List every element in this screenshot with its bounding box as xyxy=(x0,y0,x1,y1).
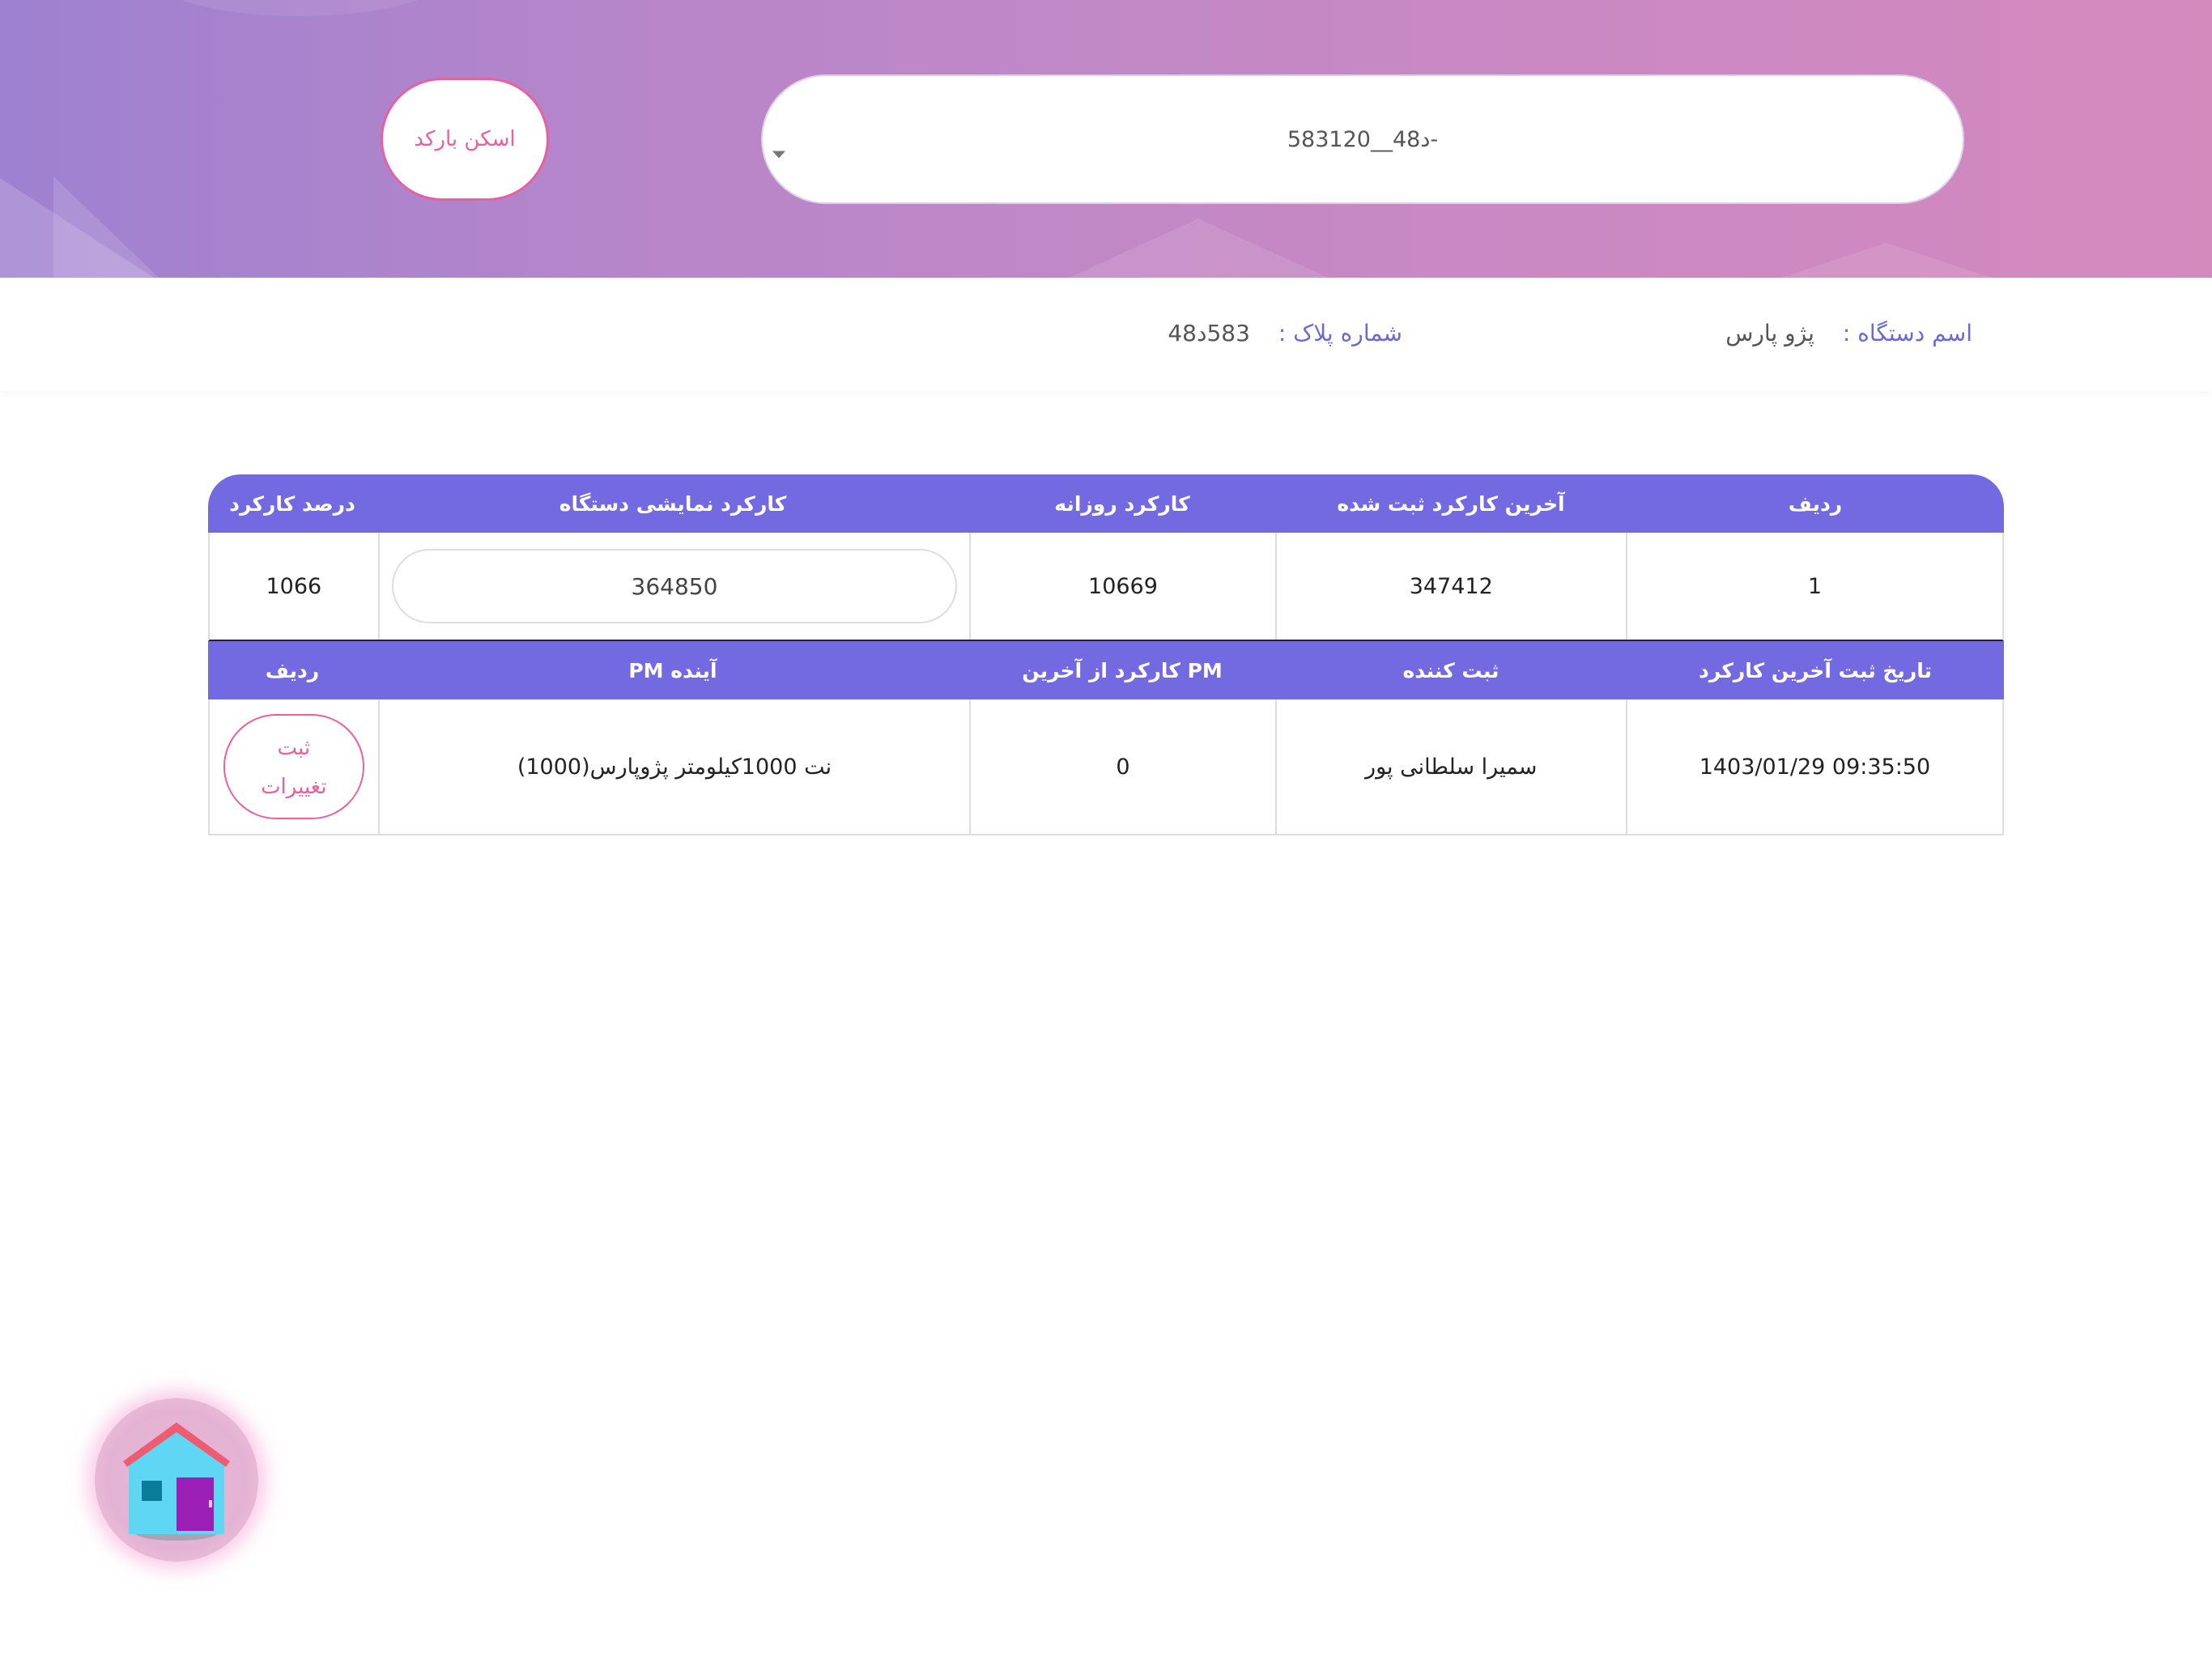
cell-radif: 1 xyxy=(1625,533,2002,640)
cell-next-pm: نت 1000کیلومتر پژوپارس(1000) xyxy=(377,699,970,834)
cell-date: 1403/01/29 09:35:50 xyxy=(1625,699,2002,834)
home-button[interactable] xyxy=(95,1398,258,1562)
plate-select[interactable]: 583د48__120- xyxy=(761,74,1964,204)
cell-percent: 1066 xyxy=(266,573,322,599)
cell-daily: 10669 xyxy=(969,533,1274,640)
col-header-radif: ردیف xyxy=(1788,491,1843,516)
display-meter-input[interactable]: 364850 xyxy=(391,549,957,623)
device-name-label: اسم دستگاه : xyxy=(1842,320,1972,346)
save-changes-button[interactable]: ثبت تغییرات xyxy=(223,714,364,819)
home-icon xyxy=(123,1422,230,1541)
cell-since-pm: 0 xyxy=(969,699,1274,834)
table-header-secondary: تاریخ ثبت آخرین کارکرد ثبت کننده کارکرد … xyxy=(208,641,2004,699)
col-header-display: کارکرد نمایشی دستگاه xyxy=(559,491,787,516)
table-row: 1403/01/29 09:35:50 سمیرا سلطانی پور 0 ن… xyxy=(208,699,2004,835)
col-header-percent: درصد کارکرد xyxy=(229,491,355,516)
col-header-recorder: ثبت کننده xyxy=(1402,658,1499,682)
plate-number-field: شماره پلاک : 583د48 xyxy=(1168,320,1402,346)
col-header-daily: کارکرد روزانه xyxy=(1054,491,1190,516)
plate-select-value: 583د48__120- xyxy=(1287,126,1439,152)
save-button-line2: تغییرات xyxy=(261,775,327,799)
col-header-last-recorded: آخرین کارکرد ثبت شده xyxy=(1337,491,1565,516)
scan-barcode-button[interactable]: اسکن بارکد xyxy=(381,78,549,201)
col-header-next-pm: PM آینده xyxy=(628,658,717,682)
col-header-radif-2: ردیف xyxy=(265,658,320,682)
col-header-date: تاریخ ثبت آخرین کارکرد xyxy=(1698,658,1932,682)
table-row: 1 347412 10669 364850 1066 xyxy=(208,533,2004,641)
banner-decoration xyxy=(53,176,159,278)
banner-decoration xyxy=(1781,243,1992,278)
plate-number-label: شماره پلاک : xyxy=(1278,320,1402,346)
banner-decoration xyxy=(146,0,453,16)
col-header-since-pm: کارکرد از آخرین PM xyxy=(1022,658,1223,682)
save-button-line1: ثبت xyxy=(277,736,311,760)
cell-recorder: سمیرا سلطانی پور xyxy=(1274,699,1626,834)
plate-number-value: 583د48 xyxy=(1168,320,1250,346)
device-name-value: پژو پارس xyxy=(1725,320,1814,346)
device-name-field: اسم دستگاه : پژو پارس xyxy=(1725,320,1972,346)
cell-display: 364850 xyxy=(377,533,970,640)
cell-last-recorded: 347412 xyxy=(1274,533,1626,640)
table-header: ردیف آخرین کارکرد ثبت شده کارکرد روزانه … xyxy=(208,474,2004,533)
device-info-bar: اسم دستگاه : پژو پارس شماره پلاک : 583د4… xyxy=(0,278,2212,391)
usage-table: ردیف آخرین کارکرد ثبت شده کارکرد روزانه … xyxy=(208,474,2004,835)
chevron-down-icon[interactable] xyxy=(772,151,785,159)
header-banner: 583د48__120- اسکن بارکد xyxy=(0,0,2212,278)
cell-action: ثبت تغییرات xyxy=(210,699,378,834)
banner-decoration xyxy=(1069,219,1328,278)
